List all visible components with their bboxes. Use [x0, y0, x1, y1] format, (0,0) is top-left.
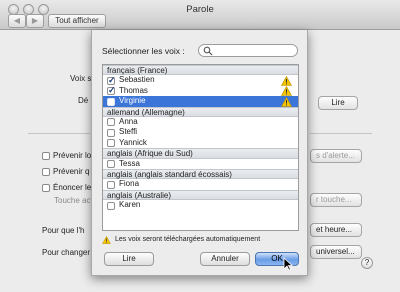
voice-row[interactable]: Karen — [103, 200, 298, 210]
voice-checkbox[interactable] — [107, 160, 115, 169]
clock-label: Pour que l'h — [42, 226, 85, 235]
announce-alerts-checkbox[interactable] — [42, 152, 50, 160]
voice-group-header: anglais (anglais standard écossais) — [103, 168, 298, 180]
voice-row[interactable]: Virginie — [103, 96, 298, 107]
shortcut-key-label: Touche act — [54, 196, 93, 205]
voice-name: Virginie — [119, 96, 146, 106]
back-button[interactable]: ◀ — [8, 14, 26, 28]
search-field[interactable] — [198, 44, 298, 57]
divider — [28, 133, 90, 134]
warning-triangle-icon — [281, 86, 292, 97]
select-voices-label: Sélectionner les voix : — [102, 46, 185, 56]
voice-name: Anna — [119, 116, 138, 126]
voice-name: Yannick — [119, 137, 147, 147]
voice-row[interactable]: Tessa — [103, 159, 298, 169]
voice-checkbox[interactable] — [107, 96, 116, 106]
voice-checkbox[interactable] — [107, 128, 115, 137]
warning-triangle-icon — [102, 236, 111, 244]
voice-name: Tessa — [119, 158, 140, 168]
voice-label: Voix s — [70, 74, 92, 83]
voice-name: Thomas — [119, 85, 148, 95]
speak-selection-label: Énoncer le — [53, 183, 92, 192]
date-time-button[interactable]: et heure... — [310, 223, 362, 237]
warning-triangle-icon — [281, 75, 292, 86]
voice-checkbox[interactable] — [107, 85, 116, 96]
voice-list[interactable]: français (France)SebastienThomasVirginie… — [102, 64, 299, 231]
play-sample-button[interactable]: Lire — [318, 96, 358, 110]
voice-checkbox[interactable] — [107, 201, 115, 210]
rate-label: Dé — [78, 96, 89, 105]
voice-row[interactable]: Thomas — [103, 85, 298, 97]
announce-apps-checkbox[interactable] — [42, 168, 50, 176]
preferences-window: Parole ◀ ▶ Tout afficher Voix s Dé Lire … — [0, 0, 400, 292]
voice-name: Sebastien — [119, 75, 155, 85]
voice-name: Fiona — [119, 179, 140, 189]
voice-group-header: anglais (Australie) — [103, 189, 298, 201]
voice-name: Karen — [119, 200, 141, 210]
forward-button[interactable]: ▶ — [26, 14, 44, 28]
search-icon — [203, 46, 213, 56]
voice-group-header: allemand (Allemagne) — [103, 106, 298, 117]
voice-group-header: anglais (Afrique du Sud) — [103, 148, 298, 159]
cancel-button[interactable]: Annuler — [200, 252, 250, 266]
set-key-button[interactable]: r touche... — [310, 193, 362, 207]
voice-row[interactable]: Yannick — [103, 138, 298, 148]
play-button[interactable]: Lire — [104, 252, 154, 266]
show-all-button[interactable]: Tout afficher — [48, 14, 106, 28]
voice-group-header: français (France) — [103, 65, 298, 76]
voice-row[interactable]: Anna — [103, 117, 298, 127]
title-bar: Parole ◀ ▶ Tout afficher — [0, 0, 400, 30]
voice-checkbox[interactable] — [107, 180, 115, 189]
voice-selection-sheet: Sélectionner les voix : français (France… — [91, 30, 308, 276]
voice-name: Steffi — [119, 127, 138, 137]
voice-row[interactable]: Sebastien — [103, 75, 298, 86]
download-notice-text: Les voix seront téléchargées automatique… — [115, 236, 261, 243]
help-icon[interactable]: ? — [361, 257, 373, 269]
pointer-cursor-icon — [283, 257, 293, 271]
universal-access-button[interactable]: universel... — [310, 245, 362, 259]
speak-selection-checkbox[interactable] — [42, 184, 50, 192]
divider — [310, 133, 372, 134]
voice-checkbox[interactable] — [107, 75, 116, 85]
warning-triangle-icon — [281, 96, 292, 107]
voice-row[interactable]: Fiona — [103, 179, 298, 189]
voice-checkbox[interactable] — [107, 139, 115, 148]
voice-checkbox[interactable] — [107, 118, 115, 127]
announce-alerts-label: Prévenir lo — [53, 151, 92, 160]
announce-apps-label: Prévenir q — [53, 167, 90, 176]
voice-row[interactable]: Steffi — [103, 127, 298, 137]
alert-options-button[interactable]: s d'alerte... — [310, 149, 362, 163]
accessibility-label: Pour changer — [42, 248, 91, 257]
